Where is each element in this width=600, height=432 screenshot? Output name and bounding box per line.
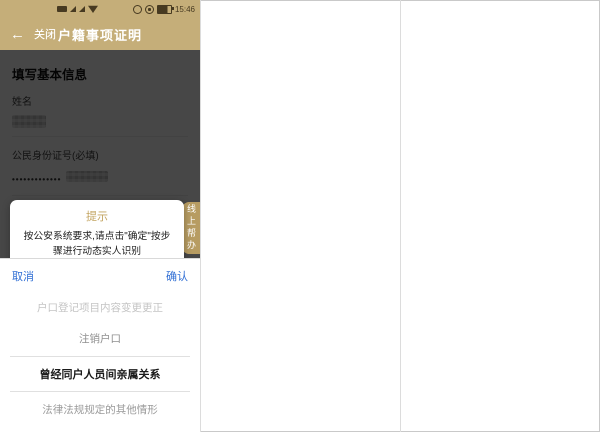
battery-icon: [157, 5, 172, 14]
picker-confirm-button[interactable]: 确认: [166, 268, 188, 284]
panel-divider: [400, 0, 401, 432]
page-title: 户籍事项证明: [0, 25, 200, 44]
status-right-icons: 15:46: [133, 5, 195, 14]
signal-icon: [70, 6, 76, 12]
wifi-icon: [88, 5, 98, 13]
status-left-icons: [57, 5, 98, 13]
signal-icon: [79, 6, 85, 12]
picker-cancel-button[interactable]: 取消: [12, 268, 34, 284]
status-bar: 15:46: [0, 0, 200, 18]
close-button[interactable]: 关闭: [34, 26, 56, 42]
clock-time: 15:46: [175, 5, 195, 14]
picker-option[interactable]: 户口登记项目内容变更更正: [0, 300, 200, 315]
picker-sheet: 取消 确认 户口登记项目内容变更更正 注销户口 曾经同户人员间亲属关系 法律法规…: [0, 258, 200, 432]
app-bar: ← 关闭 户籍事项证明: [0, 18, 200, 50]
alarm-icon: [133, 5, 142, 14]
picker-wheel: 户口登记项目内容变更更正 注销户口 曾经同户人员间亲属关系 法律法规规定的其他情…: [0, 300, 200, 417]
picker-header: 取消 确认: [0, 259, 200, 290]
ring-icon: [145, 5, 154, 14]
dialog-title: 提示: [10, 200, 184, 224]
picker-option-selected[interactable]: 曾经同户人员间亲属关系: [10, 356, 190, 392]
screenshot-canvas: 15:44 ← 户籍事项证明 办理须知 1、本申请仅受理涉及上海市户籍登记信息的…: [0, 0, 600, 432]
picker-option[interactable]: 注销户口: [0, 331, 200, 346]
panel-divider: [200, 0, 201, 432]
hd-icon: [57, 6, 67, 12]
picker-option[interactable]: 法律法规规定的其他情形: [0, 392, 200, 417]
